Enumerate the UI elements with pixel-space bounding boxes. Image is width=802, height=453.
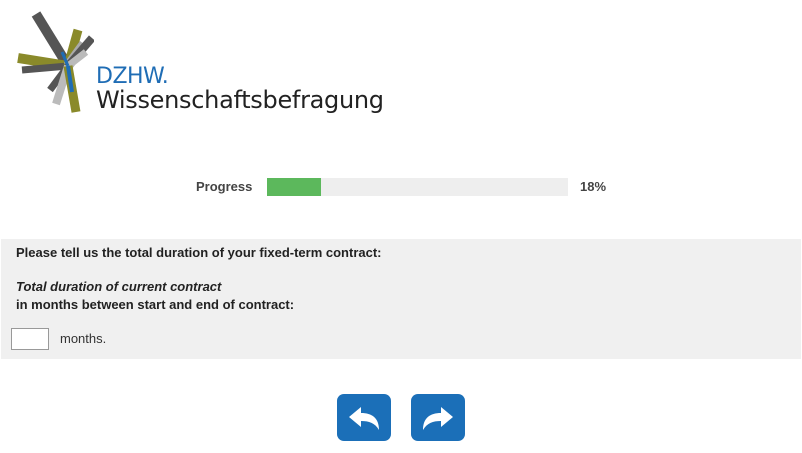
progress-bar	[267, 178, 568, 196]
next-button[interactable]	[411, 394, 465, 441]
logo-subtitle: Wissenschaftsbefragung	[96, 86, 384, 114]
duration-months-input[interactable]	[11, 328, 49, 350]
progress-fill	[267, 178, 322, 196]
back-button[interactable]	[337, 394, 391, 441]
question-text: Please tell us the total duration of you…	[16, 245, 382, 260]
navigation	[0, 394, 802, 442]
logo-mark	[17, 11, 94, 113]
question-subtitle-italic: Total duration of current contract	[16, 279, 222, 294]
question-subtitle: in months between start and end of contr…	[16, 297, 295, 312]
progress-section: Progress 18%	[0, 177, 802, 197]
unit-label: months.	[60, 331, 107, 346]
logo: DZHW. Wissenschaftsbefragung	[14, 8, 394, 120]
progress-label: Progress	[196, 179, 253, 194]
question-panel: Please tell us the total duration of you…	[1, 239, 801, 359]
back-arrow-icon	[349, 406, 379, 430]
forward-arrow-icon	[423, 406, 453, 430]
progress-percent: 18%	[580, 179, 607, 194]
